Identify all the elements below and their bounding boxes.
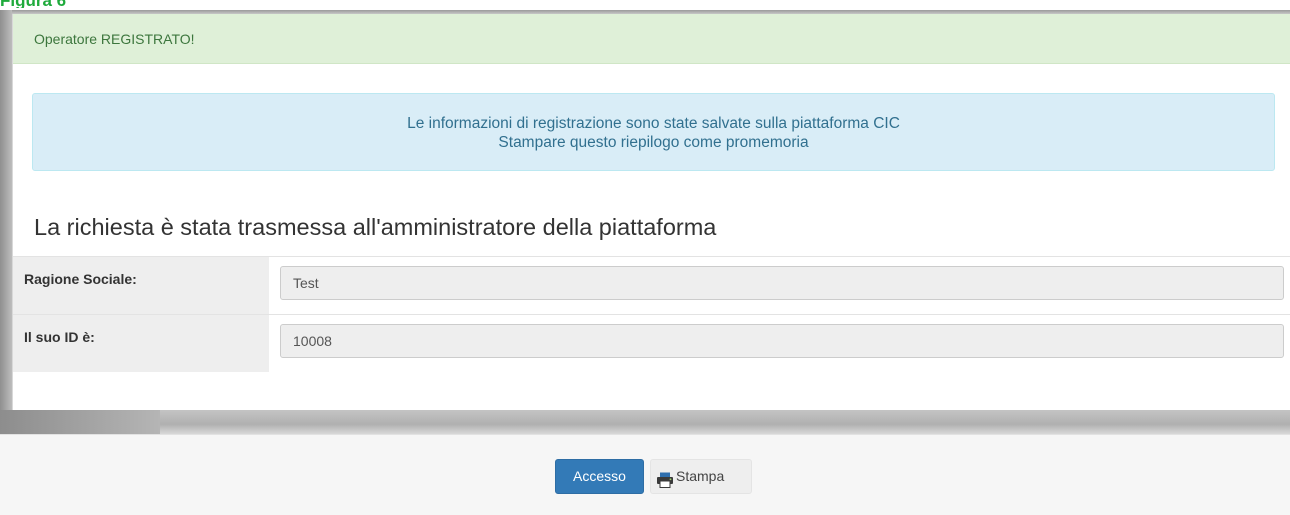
id-field: 10008: [280, 324, 1284, 358]
footer-bar: Accesso Stampa: [0, 434, 1290, 515]
bottom-shadow-wedge: [0, 410, 160, 434]
registration-panel: Operatore REGISTRATO! Le informazioni di…: [12, 14, 1290, 410]
accesso-button[interactable]: Accesso: [555, 459, 644, 494]
id-label: Il suo ID è:: [13, 315, 269, 372]
success-alert: Operatore REGISTRATO!: [13, 14, 1290, 64]
info-alert-line-1: Le informazioni di registrazione sono st…: [407, 115, 900, 132]
summary-table: Ragione Sociale: Test Il suo ID è: 10008: [13, 256, 1290, 372]
figure-caption: Figura 6: [0, 0, 66, 8]
left-shadow: [0, 10, 12, 410]
ragione-sociale-label: Ragione Sociale:: [13, 257, 269, 314]
bottom-shadow: [0, 410, 1290, 434]
table-row: Ragione Sociale: Test: [13, 256, 1290, 314]
stampa-label: Stampa: [676, 468, 725, 484]
info-alert-line-2: Stampare questo riepilogo come promemori…: [498, 134, 809, 151]
print-icon: [656, 467, 674, 489]
page-title: La richiesta è stata trasmessa all'ammin…: [34, 214, 717, 240]
stampa-button[interactable]: Stampa: [650, 459, 752, 494]
info-alert: Le informazioni di registrazione sono st…: [32, 93, 1275, 171]
ragione-sociale-field: Test: [280, 266, 1284, 300]
table-row: Il suo ID è: 10008: [13, 314, 1290, 372]
success-alert-text: Operatore REGISTRATO!: [34, 31, 195, 47]
